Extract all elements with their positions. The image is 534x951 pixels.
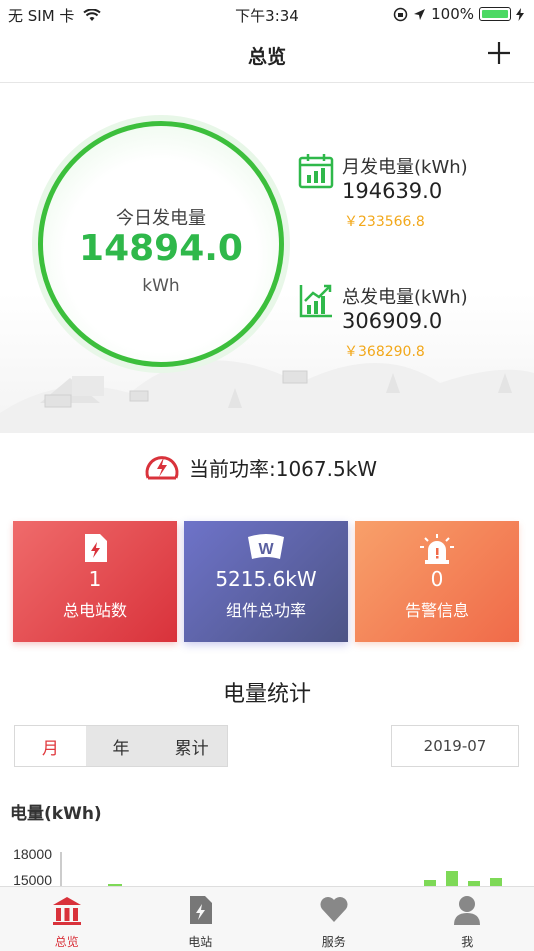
current-power: 当前功率:1067.5kW [143, 450, 377, 484]
today-label: 今日发电量 [43, 204, 279, 230]
watt-icon: W [246, 533, 286, 563]
today-generation-gauge: 今日发电量 14894.0 kWh [38, 121, 284, 367]
speedometer-icon [143, 450, 181, 484]
navigation-bar: 总览 [0, 30, 534, 83]
page-title: 总览 [0, 42, 534, 69]
tab-year[interactable]: 年 [86, 726, 157, 766]
station-icon [187, 895, 213, 925]
monthly-money: ￥233566.8 [344, 211, 425, 231]
total-power-value: 5215.6kW [184, 567, 348, 591]
charging-icon [516, 8, 524, 21]
tabbar-service-label: 服务 [267, 933, 401, 950]
overview-chart-icon [51, 895, 83, 925]
tabbar-overview-label: 总览 [0, 933, 134, 950]
period-tabs: 月 年 累计 [14, 725, 228, 767]
tab-month[interactable]: 月 [15, 726, 86, 766]
svg-text:W: W [258, 541, 274, 558]
orientation-lock-icon [393, 7, 408, 22]
battery-icon [479, 7, 511, 21]
heart-icon [319, 895, 349, 923]
status-right: 100% [393, 5, 524, 23]
total-label: 总发电量(kWh) [342, 283, 468, 309]
calendar-chart-icon [298, 153, 334, 189]
stats-title: 电量统计 [0, 676, 534, 708]
status-bar: 无 SIM 卡 下午3:34 100% [0, 0, 534, 30]
tab-bar: 总览 电站 服务 我 [0, 886, 534, 951]
station-count-value: 1 [13, 567, 177, 591]
total-power-card[interactable]: W 5215.6kW 组件总功率 [184, 521, 348, 642]
tabbar-stations[interactable]: 电站 [134, 887, 268, 951]
station-doc-icon [82, 533, 108, 563]
chart-y-label: 电量(kWh) [10, 799, 102, 824]
alarm-light-icon [419, 533, 455, 565]
tabbar-overview[interactable]: 总览 [0, 887, 134, 951]
current-power-text: 当前功率:1067.5kW [189, 453, 377, 482]
tab-cumulative[interactable]: 累计 [156, 726, 227, 766]
today-value: 14894.0 [43, 228, 279, 269]
station-count-card[interactable]: 1 总电站数 [13, 521, 177, 642]
tabbar-me-label: 我 [401, 933, 534, 950]
user-icon [453, 895, 481, 925]
alarm-card[interactable]: 0 告警信息 [355, 521, 519, 642]
overview-hero: 今日发电量 14894.0 kWh 月发电量(kWh) 194639.0 ￥23… [0, 83, 534, 433]
total-money: ￥368290.8 [344, 341, 425, 361]
alarm-label: 告警信息 [355, 597, 519, 621]
y-tick-18000: 18000 [13, 846, 52, 862]
today-unit: kWh [43, 276, 279, 296]
add-icon[interactable] [486, 40, 512, 66]
total-value: 306909.0 [342, 309, 442, 333]
monthly-value: 194639.0 [342, 179, 442, 203]
alarm-value: 0 [355, 567, 519, 591]
growth-chart-icon [298, 283, 334, 319]
location-icon [413, 8, 426, 21]
battery-percent: 100% [431, 5, 474, 23]
total-power-label: 组件总功率 [184, 597, 348, 621]
energy-bar-chart: 18000 15000 [0, 836, 534, 888]
date-picker[interactable]: 2019-07 [391, 725, 519, 767]
tabbar-me[interactable]: 我 [401, 887, 534, 951]
station-count-label: 总电站数 [13, 597, 177, 621]
tabbar-stations-label: 电站 [134, 933, 268, 950]
tabbar-service[interactable]: 服务 [267, 887, 401, 951]
monthly-label: 月发电量(kWh) [342, 153, 468, 179]
